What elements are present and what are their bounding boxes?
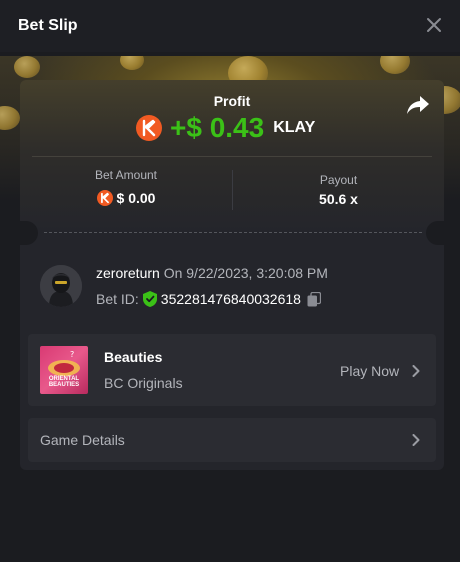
avatar[interactable] [40,265,82,307]
bet-amount-value-row: $ 0.00 [20,190,232,206]
username[interactable]: zeroreturn [96,265,160,281]
ticket-notch-right [426,221,444,245]
klay-coin-icon [136,115,162,141]
coin-decoration [0,106,20,130]
divider [32,156,432,157]
bet-slip-card: Profit +$ 0.43 KLAY Bet Amount $ 0.00 Pa… [20,80,444,470]
dashed-divider [44,232,422,233]
game-details-label: Game Details [40,432,125,448]
bet-slip-title: Bet Slip [18,17,78,34]
svg-text:?: ? [70,350,74,359]
coin-decoration [120,56,144,70]
game-thumbnail: ? ORIENTAL BEAUTIES [40,346,88,394]
profit-row: +$ 0.43 KLAY [136,111,315,145]
payout-value: 50.6 x [319,191,358,207]
coin-decoration [380,56,410,74]
coin-decoration [14,56,40,78]
game-name: Beauties [104,349,163,365]
chevron-right-icon [412,365,420,377]
bet-id-label: Bet ID: [96,291,139,307]
chevron-right-icon [412,434,420,446]
bet-slip-header: Bet Slip [0,0,460,52]
play-now-link[interactable]: Play Now [340,363,399,379]
copy-icon[interactable] [307,291,321,307]
profit-label: Profit [213,93,251,109]
bet-id-line: Bet ID: 352281476840032618 [96,291,321,307]
bet-id-value: 352281476840032618 [160,291,301,307]
game-row[interactable]: ? ORIENTAL BEAUTIES Beauties BC Original… [28,334,436,406]
profit-currency: KLAY [273,119,316,136]
payout-label: Payout [319,173,358,187]
close-icon[interactable] [424,15,444,35]
bet-amount-label: Bet Amount [94,168,158,182]
klay-coin-icon [96,190,113,206]
shield-check-icon [142,291,157,307]
bet-time: On 9/22/2023, 3:20:08 PM [163,265,328,281]
bet-user-line: zeroreturn On 9/22/2023, 3:20:08 PM [96,265,328,281]
game-thumbnail-text: ORIENTAL BEAUTIES [48,376,80,388]
bet-amount-value: $ 0.00 [116,190,156,206]
ticket-notch-left [20,221,38,245]
game-provider: BC Originals [104,375,183,391]
share-icon[interactable] [406,94,430,116]
game-details-row[interactable]: Game Details [28,418,436,462]
profit-value: +$ 0.43 [170,112,265,143]
